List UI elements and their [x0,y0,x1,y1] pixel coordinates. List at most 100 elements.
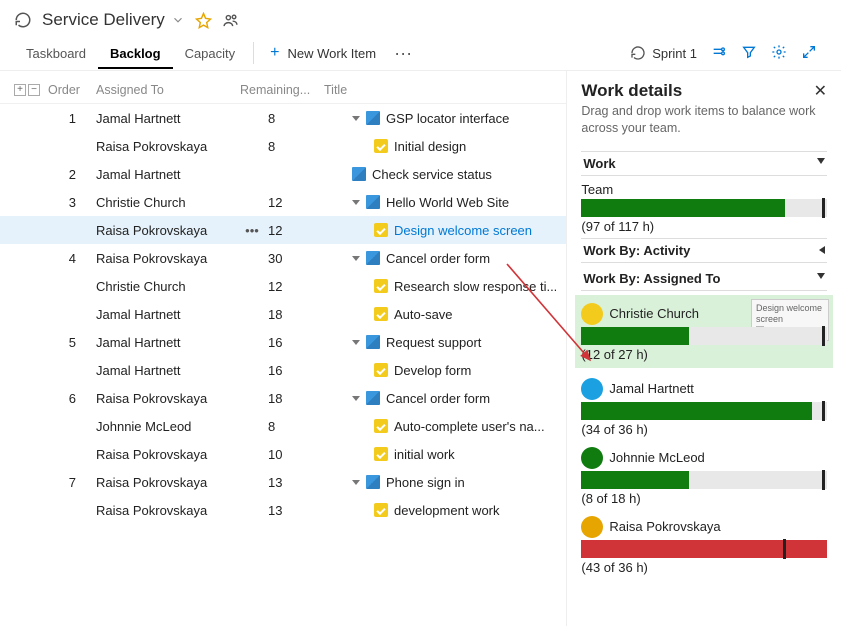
more-actions-button[interactable]: ··· [386,37,420,70]
work-item-title: Initial design [394,139,466,154]
assignee-name: Johnnie McLeod [609,450,704,465]
backlog-row[interactable]: 6Raisa Pokrovskaya18Cancel order form [0,384,566,412]
fullscreen-icon[interactable] [801,44,817,63]
title-cell[interactable]: initial work [352,447,556,462]
backlog-row[interactable]: Johnnie McLeod8Auto-complete user's na..… [0,412,566,440]
capacity-caption: (12 of 27 h) [581,347,827,362]
collapse-all-button[interactable]: − [28,84,40,96]
expand-toggle-icon[interactable] [352,200,360,209]
remaining-cell: 8 [268,111,348,126]
close-icon[interactable]: ✕ [814,81,827,101]
star-icon[interactable] [195,12,212,29]
backlog-row[interactable]: Raisa Pokrovskaya10initial work [0,440,566,468]
expand-toggle-icon[interactable] [352,340,360,349]
col-remaining[interactable]: Remaining... [240,83,320,97]
col-title[interactable]: Title [324,83,556,97]
order-cell: 3 [48,195,92,210]
section-by-assigned[interactable]: Work By: Assigned To [581,267,827,291]
col-order[interactable]: Order [48,83,92,97]
title-cell[interactable]: Request support [352,335,556,350]
work-item-title: Check service status [372,167,492,182]
section-by-activity[interactable]: Work By: Activity [581,238,827,263]
people-icon[interactable] [222,12,239,29]
backlog-row[interactable]: Jamal Hartnett18Auto-save [0,300,566,328]
backlog-row[interactable]: Jamal Hartnett16Develop form [0,356,566,384]
title-cell[interactable]: Develop form [352,363,556,378]
sprint-selector[interactable]: Sprint 1 [630,45,697,61]
title-cell[interactable]: GSP locator interface [352,111,556,126]
title-cell[interactable]: Phone sign in [352,475,556,490]
remaining-cell: 13 [268,475,348,490]
title-cell[interactable]: development work [352,503,556,518]
tab-backlog[interactable]: Backlog [98,38,173,69]
backlog-row[interactable]: 1Jamal Hartnett8GSP locator interface [0,104,566,132]
assigned-cell: Raisa Pokrovskaya [96,139,236,154]
assignee-capacity-block[interactable]: Christie ChurchDesign welcome screen(12 … [575,295,833,368]
backlog-row[interactable]: Christie Church12Research slow response … [0,272,566,300]
backlog-row[interactable]: 3 Christie Church 12 Hello World Web Site [0,188,566,216]
backlog-row[interactable]: 7Raisa Pokrovskaya13Phone sign in [0,468,566,496]
backlog-row[interactable]: Raisa Pokrovskaya13development work [0,496,566,524]
gear-icon[interactable] [771,44,787,63]
tab-taskboard[interactable]: Taskboard [14,38,98,69]
assigned-cell: Christie Church [96,279,236,294]
order-cell: 4 [48,251,92,266]
assigned-cell: Christie Church [96,195,236,210]
remaining-cell: 18 [268,391,348,406]
expand-toggle-icon[interactable] [352,396,360,405]
refresh-icon[interactable] [14,11,32,29]
assignee-name: Raisa Pokrovskaya [609,519,720,534]
backlog-row[interactable]: 4Raisa Pokrovskaya30Cancel order form [0,244,566,272]
backlog-row[interactable]: 2Jamal HartnettCheck service status [0,160,566,188]
expand-toggle-icon[interactable] [352,480,360,489]
title-cell[interactable]: Auto-complete user's na... [352,419,556,434]
task-icon [374,447,388,461]
assignee-capacity-block[interactable]: Jamal Hartnett(34 of 36 h) [581,378,827,437]
work-item-title: Cancel order form [386,391,490,406]
section-work[interactable]: Work [581,151,827,176]
backlog-row[interactable]: Raisa Pokrovskaya•••12Design welcome scr… [0,216,566,244]
title-cell[interactable]: Auto-save [352,307,556,322]
work-item-title: Auto-complete user's na... [394,419,545,434]
remaining-cell: 13 [268,503,348,518]
title-cell[interactable]: Hello World Web Site [352,195,556,210]
pbi-icon [366,195,380,209]
assignee-capacity-block[interactable]: Raisa Pokrovskaya(43 of 36 h) [581,516,827,575]
chevron-down-icon [817,273,825,283]
new-work-item-label: New Work Item [287,46,376,61]
expand-all-button[interactable]: + [14,84,26,96]
backlog-row[interactable]: Raisa Pokrovskaya8Initial design [0,132,566,160]
work-item-title: Cancel order form [386,251,490,266]
title-cell[interactable]: Initial design [352,139,556,154]
capacity-bar [581,402,827,420]
title-cell[interactable]: Research slow response ti... [352,279,556,294]
expand-toggle-icon[interactable] [352,116,360,125]
assigned-cell: Jamal Hartnett [96,307,236,322]
backlog-row[interactable]: 5Jamal Hartnett16Request support [0,328,566,356]
title-cell[interactable]: Cancel order form [352,391,556,406]
remaining-cell: 16 [268,335,348,350]
task-icon [374,307,388,321]
new-work-item-button[interactable]: + New Work Item [260,36,386,70]
assigned-cell: Raisa Pokrovskaya [96,391,236,406]
title-cell[interactable]: Design welcome screen [352,223,556,238]
task-icon [374,503,388,517]
assignee-capacity-block[interactable]: Johnnie McLeod(8 of 18 h) [581,447,827,506]
tab-capacity[interactable]: Capacity [173,38,248,69]
col-assigned[interactable]: Assigned To [96,83,236,97]
remaining-cell: 12 [268,195,348,210]
task-icon [374,223,388,237]
chevron-down-icon[interactable] [171,13,185,27]
chevron-down-icon [817,158,825,168]
sprint-label: Sprint 1 [652,46,697,61]
title-cell[interactable]: Check service status [352,167,556,182]
filter-icon[interactable] [741,44,757,63]
avatar [581,516,603,538]
row-actions[interactable]: ••• [240,223,264,238]
expand-toggle-icon[interactable] [352,256,360,265]
divider [253,42,254,64]
work-item-title: Request support [386,335,481,350]
title-cell[interactable]: Cancel order form [352,251,556,266]
capacity-caption: (34 of 36 h) [581,422,827,437]
settings-icon[interactable] [711,44,727,63]
